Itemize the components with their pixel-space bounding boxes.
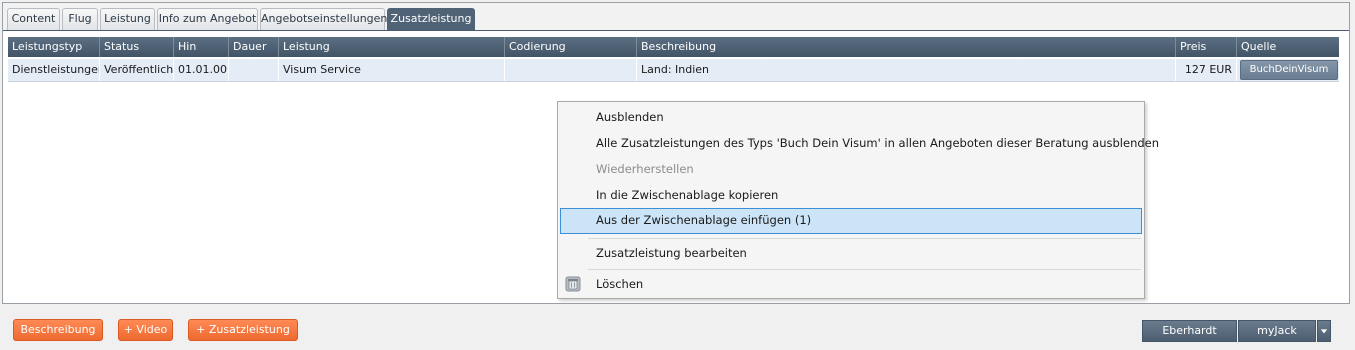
source-button[interactable]: BuchDeinVisum: [1240, 60, 1338, 80]
tab-info-zum-angebot[interactable]: Info zum Angebot: [157, 8, 258, 30]
column-header-preis[interactable]: Preis: [1176, 37, 1237, 57]
cell-leistung: Visum Service: [279, 59, 505, 81]
menu-item-ausblenden[interactable]: Ausblenden: [560, 105, 1142, 129]
caret-down-icon: [1320, 329, 1328, 334]
user-button[interactable]: Eberhardt: [1142, 320, 1237, 342]
menu-separator: [588, 238, 1141, 239]
cell-beschreibung: Land: Indien: [637, 59, 1176, 81]
column-header-beschreibung[interactable]: Beschreibung: [637, 37, 1176, 57]
add-zusatzleistung-button[interactable]: + Zusatzleistung: [188, 319, 298, 341]
table-header: Leistungstyp Status Hin Dauer Leistung C…: [8, 37, 1339, 57]
column-header-dauer[interactable]: Dauer: [229, 37, 279, 57]
beschreibung-button[interactable]: Beschreibung: [13, 319, 103, 341]
tab-leistung[interactable]: Leistung: [100, 8, 155, 30]
add-video-button[interactable]: + Video: [118, 319, 173, 341]
column-header-leistungstyp[interactable]: Leistungstyp: [8, 37, 100, 57]
menu-item-bearbeiten[interactable]: Zusatzleistung bearbeiten: [560, 241, 1142, 265]
menu-item-kopieren[interactable]: In die Zwischenablage kopieren: [560, 183, 1142, 207]
column-header-codierung[interactable]: Codierung: [505, 37, 637, 57]
menu-item-wiederherstellen: Wiederherstellen: [596, 162, 694, 176]
cell-status: Veröffentlicht: [100, 59, 174, 81]
menu-item-einfuegen[interactable]: Aus der Zwischenablage einfügen (1): [560, 208, 1142, 234]
tab-angebotseinstellungen[interactable]: Angebotseinstellungen: [260, 8, 387, 30]
tab-zusatzleistung[interactable]: Zusatzleistung: [387, 8, 475, 30]
column-header-hin[interactable]: Hin: [174, 37, 229, 57]
tab-bar: Content Flug Leistung Info zum Angebot A…: [3, 3, 1349, 31]
table-row[interactable]: Dienstleistungen Veröffentlicht 01.01.00…: [8, 59, 1339, 82]
cell-dauer: [229, 59, 279, 81]
tab-content[interactable]: Content: [7, 8, 60, 30]
trash-icon: [565, 276, 581, 292]
myjack-button[interactable]: myJack: [1238, 320, 1316, 342]
cell-leistungstyp: Dienstleistungen: [8, 59, 100, 81]
context-menu: Ausblenden Alle Zusatzleistungen des Typ…: [557, 101, 1159, 299]
cell-codierung: [505, 59, 637, 81]
menu-item-loeschen-label: Löschen: [596, 277, 644, 291]
column-header-quelle[interactable]: Quelle: [1237, 37, 1339, 57]
dropdown-button[interactable]: [1317, 320, 1331, 342]
tab-flug[interactable]: Flug: [62, 8, 98, 30]
cell-preis: 127 EUR: [1176, 59, 1237, 81]
column-header-status[interactable]: Status: [100, 37, 174, 57]
menu-item-loeschen[interactable]: Löschen: [560, 272, 1142, 296]
menu-separator: [588, 269, 1141, 270]
cell-hin: 01.01.00: [174, 59, 229, 81]
menu-item-alle-ausblenden[interactable]: Alle Zusatzleistungen des Typs 'Buch Dei…: [560, 131, 1159, 155]
column-header-leistung[interactable]: Leistung: [279, 37, 505, 57]
